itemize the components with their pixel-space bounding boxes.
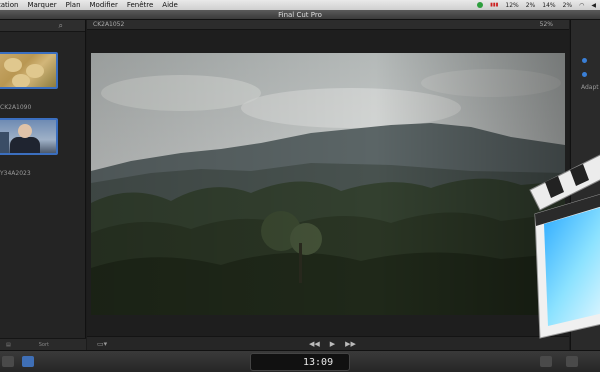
zoom-level[interactable]: 52% xyxy=(540,20,553,30)
timecode-display[interactable]: 13:09 xyxy=(250,353,350,371)
viewer: CK2A1052 52% ▭▾ ◀◀ ▶ ▶▶ xyxy=(87,20,569,350)
menu-bar: tation Marquer Plan Modifier Fenêtre Aid… xyxy=(0,0,600,10)
viewer-header: CK2A1052 52% xyxy=(87,20,569,30)
menu-presentation[interactable]: tation xyxy=(0,0,18,10)
select-tool-icon[interactable] xyxy=(22,356,34,367)
clip-label-1: CK2A1090 xyxy=(0,104,32,111)
browser-header: ⌕ xyxy=(0,20,85,32)
inspector-checkbox-icon[interactable] xyxy=(582,72,587,77)
clip-thumbnail-2[interactable] xyxy=(0,118,58,155)
viewer-footer: ▭▾ ◀◀ ▶ ▶▶ xyxy=(87,336,569,350)
status-green-icon[interactable] xyxy=(477,2,484,8)
window-title: Final Cut Pro xyxy=(0,10,600,20)
cpu-stat-4: 2% xyxy=(562,1,573,9)
cpu-stat-2: 2% xyxy=(525,1,536,9)
search-icon[interactable]: ⌕ xyxy=(59,21,63,31)
sort-button[interactable]: Sort xyxy=(39,342,49,348)
menu-marquer[interactable]: Marquer xyxy=(27,0,56,10)
inspector-label: Adapt xyxy=(581,84,599,91)
clip-thumbnail-1[interactable] xyxy=(0,52,58,89)
volume-icon[interactable]: ◀ xyxy=(591,2,596,9)
toolbar-button[interactable] xyxy=(566,356,578,367)
wifi-icon[interactable]: ◠ xyxy=(579,2,584,9)
clip-filter-icon[interactable]: ▤ xyxy=(6,342,11,348)
cpu-stat-3: 14% xyxy=(542,1,556,9)
menu-plan[interactable]: Plan xyxy=(66,0,81,10)
toolbar-button[interactable] xyxy=(2,356,14,367)
inspector-checkbox-icon[interactable] xyxy=(582,58,587,63)
timecode-value: 13:09 xyxy=(303,357,334,368)
menu-aide[interactable]: Aide xyxy=(162,0,177,10)
transport-controls: ◀◀ ▶ ▶▶ xyxy=(309,340,356,348)
thumbnail-detail xyxy=(4,58,22,72)
thumbnail-detail xyxy=(0,132,9,153)
view-options-icon[interactable]: ▭▾ xyxy=(97,340,107,348)
viewer-clip-name: CK2A1052 xyxy=(93,21,125,28)
browser-footer: ▤ Sort xyxy=(0,338,86,350)
menu-fenetre[interactable]: Fenêtre xyxy=(127,0,153,10)
clip-label-2: Y34A2023 xyxy=(0,170,31,177)
thumbnail-detail xyxy=(18,124,32,138)
landscape-image xyxy=(91,53,565,315)
menu-status-area: ▮▮▮ 12% 2% 14% 2% ◠ ◀ xyxy=(477,0,596,10)
bottom-toolbar: 13:09 xyxy=(0,350,600,372)
next-icon[interactable]: ▶▶ xyxy=(345,340,356,348)
network-stats-icon: ▮▮▮ xyxy=(490,1,499,8)
menu-modifier[interactable]: Modifier xyxy=(90,0,118,10)
toolbar-button[interactable] xyxy=(540,356,552,367)
cpu-stat-1: 12% xyxy=(505,1,519,9)
event-browser: ⌕ CK2A1090 Y34A2023 ▤ Sort xyxy=(0,20,86,350)
final-cut-pro-logo xyxy=(529,154,600,339)
thumbnail-detail xyxy=(12,74,30,87)
video-frame xyxy=(91,53,565,315)
previous-icon[interactable]: ◀◀ xyxy=(309,340,320,348)
play-icon[interactable]: ▶ xyxy=(330,340,335,348)
thumbnail-detail xyxy=(26,64,44,78)
thumbnail-detail xyxy=(10,137,40,153)
